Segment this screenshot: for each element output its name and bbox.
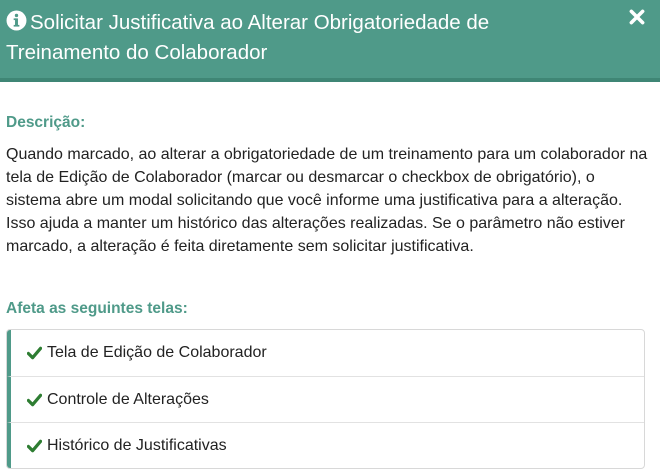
list-item: Histórico de Justificativas [7,422,644,468]
screen-label: Controle de Alterações [47,390,209,408]
description-text: Quando marcado, ao alterar a obrigatorie… [6,146,648,255]
list-item: Tela de Edição de Colaborador [7,330,644,376]
modal-header: Solicitar Justificativa ao Alterar Obrig… [0,0,660,82]
check-icon [27,346,42,360]
list-item: Controle de Alterações [7,376,644,422]
screen-label: Histórico de Justificativas [47,436,227,454]
check-icon [27,439,42,452]
affected-screens-heading: Afeta as seguintes telas: [6,300,188,317]
screen-label: Tela de Edição de Colaborador [47,344,267,361]
close-icon[interactable] [628,8,646,26]
affected-screens-list: Tela de Edição de Colaborador Controle d… [6,329,645,469]
check-icon [27,393,42,406]
description-heading: Descrição: [6,114,86,131]
modal-title: Solicitar Justificativa ao Alterar Obrig… [6,11,490,64]
